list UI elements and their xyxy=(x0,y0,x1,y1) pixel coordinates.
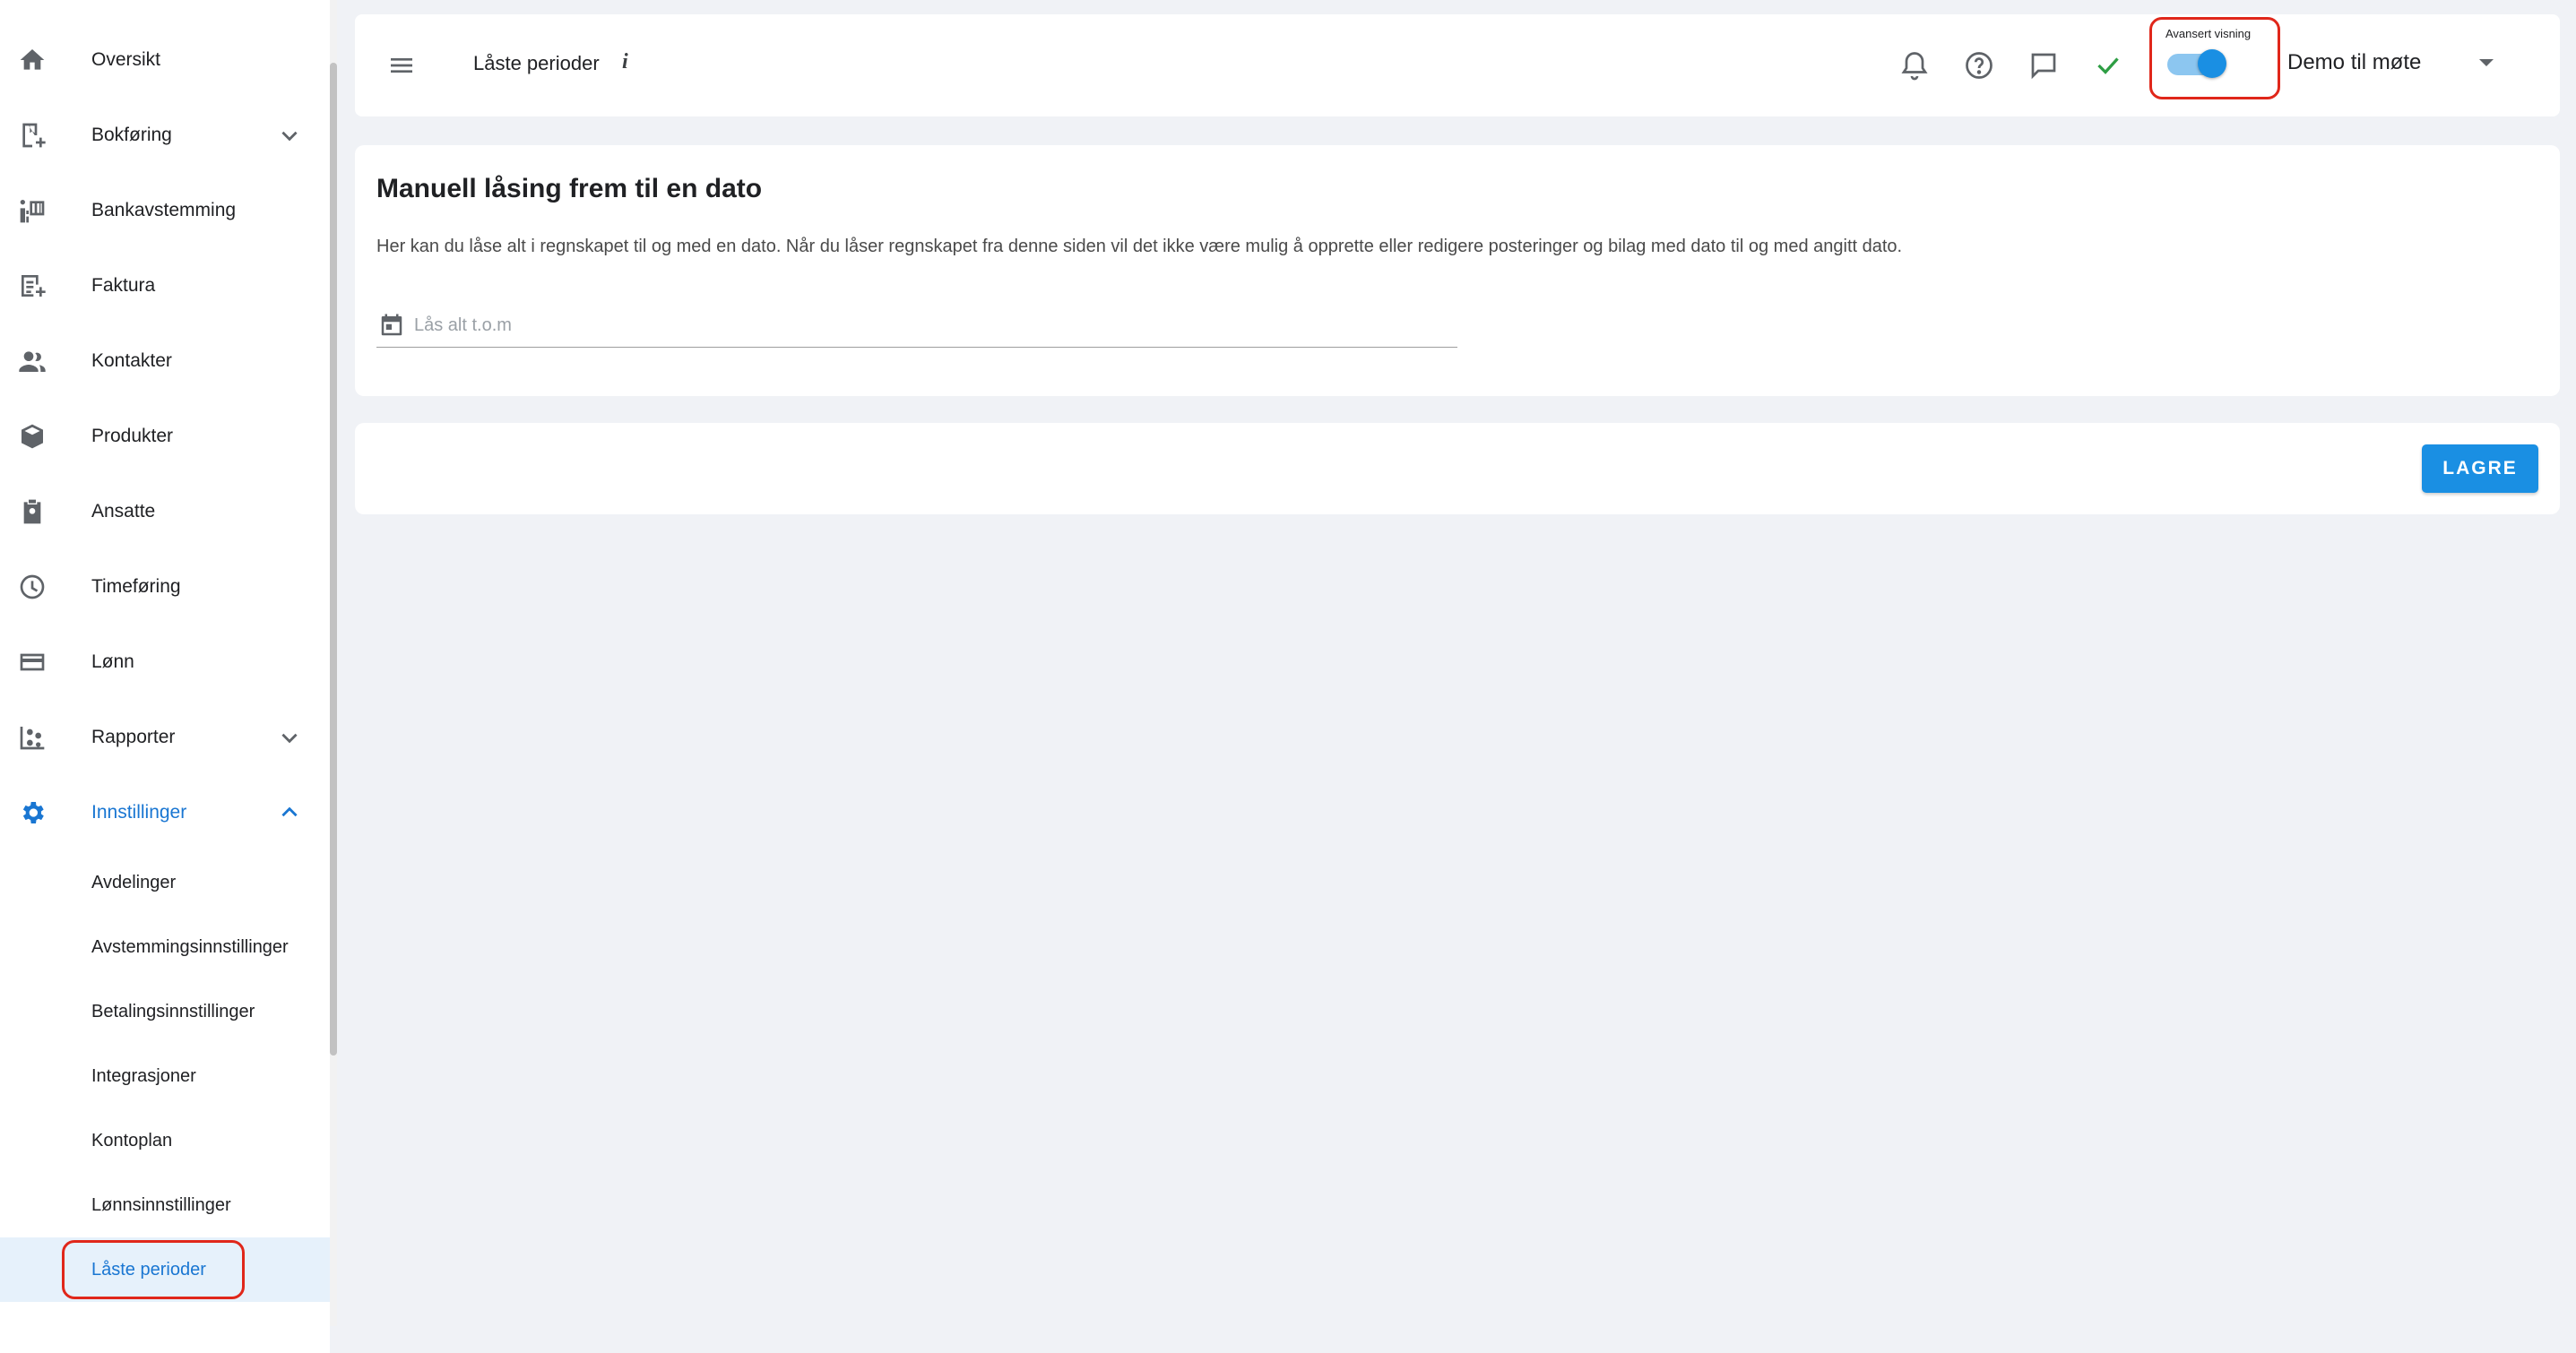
info-icon[interactable]: i xyxy=(622,50,628,74)
sidebar: Oversikt Bokføring Bankavstemming Faktur… xyxy=(0,0,330,1353)
contacts-icon xyxy=(18,347,47,375)
home-icon xyxy=(18,46,47,74)
invoice-icon xyxy=(18,271,47,300)
section-description: Her kan du låse alt i regnskapet til og … xyxy=(376,237,1903,256)
sidebar-subitem-laste-perioder[interactable]: Låste perioder xyxy=(0,1237,330,1302)
clock-icon xyxy=(18,573,47,601)
sidebar-subitem-label: Avdelinger xyxy=(91,872,177,892)
sidebar-subitem-avstemmingsinnstillinger[interactable]: Avstemmingsinnstillinger xyxy=(0,915,330,979)
section-title: Manuell låsing frem til en dato xyxy=(376,174,763,203)
reports-icon xyxy=(18,723,47,752)
calendar-icon[interactable] xyxy=(378,312,405,339)
chevron-up-icon xyxy=(278,801,301,824)
sidebar-item-bokforing[interactable]: Bokføring xyxy=(0,98,330,173)
sidebar-subitem-label: Avstemmingsinnstillinger xyxy=(91,936,289,957)
actions-card: LAGRE xyxy=(355,423,2560,514)
check-icon[interactable] xyxy=(2092,49,2124,82)
sidebar-item-label: Lønn xyxy=(91,651,134,672)
sidebar-item-lonn[interactable]: Lønn xyxy=(0,625,330,700)
sidebar-item-label: Bankavstemming xyxy=(91,200,237,220)
chevron-down-icon xyxy=(278,124,301,147)
sidebar-item-faktura[interactable]: Faktura xyxy=(0,248,330,323)
sidebar-subitem-label: Lønnsinnstillinger xyxy=(91,1194,231,1215)
lock-date-input[interactable] xyxy=(414,310,1445,340)
sidebar-item-oversikt[interactable]: Oversikt xyxy=(0,22,330,98)
sidebar-subitem-label: Integrasjoner xyxy=(91,1065,196,1086)
sidebar-subitem-integrasjoner[interactable]: Integrasjoner xyxy=(0,1044,330,1108)
help-icon[interactable] xyxy=(1963,49,1995,82)
menu-icon[interactable] xyxy=(387,51,416,80)
payment-card-icon xyxy=(18,648,47,676)
sidebar-item-ansatte[interactable]: Ansatte xyxy=(0,474,330,549)
top-bar: Låste perioder i Avansert visning Demo t… xyxy=(355,14,2560,116)
sidebar-item-label: Produkter xyxy=(91,426,174,446)
gear-icon xyxy=(18,798,47,827)
sidebar-item-label: Rapporter xyxy=(91,727,176,747)
sidebar-subitem-label: Betalingsinnstillinger xyxy=(91,1001,255,1021)
bell-icon[interactable] xyxy=(1898,49,1931,82)
sidebar-item-kontakter[interactable]: Kontakter xyxy=(0,323,330,399)
sidebar-item-innstillinger[interactable]: Innstillinger xyxy=(0,775,330,850)
advanced-view-label: Avansert visning xyxy=(2165,27,2252,40)
manual-lock-card: Manuell låsing frem til en dato Her kan … xyxy=(355,145,2560,396)
sidebar-item-label: Faktura xyxy=(91,275,156,296)
sidebar-item-label: Oversikt xyxy=(91,49,161,70)
sidebar-item-label: Ansatte xyxy=(91,501,156,521)
sidebar-subitem-kontoplan[interactable]: Kontoplan xyxy=(0,1108,330,1173)
sidebar-subitem-label: Låste perioder xyxy=(91,1259,206,1280)
sidebar-item-label: Timeføring xyxy=(91,576,181,597)
sidebar-item-bankavstemming[interactable]: Bankavstemming xyxy=(0,173,330,248)
chat-icon[interactable] xyxy=(2027,49,2060,82)
sidebar-subitem-lonnsinnstillinger[interactable]: Lønnsinnstillinger xyxy=(0,1173,330,1237)
page-title: Låste perioder xyxy=(473,52,600,74)
sidebar-subitem-avdelinger[interactable]: Avdelinger xyxy=(0,850,330,915)
toggle-thumb xyxy=(2198,49,2226,78)
sidebar-item-timeforing[interactable]: Timeføring xyxy=(0,549,330,625)
sidebar-subitem-label: Kontoplan xyxy=(91,1130,173,1150)
sidebar-item-produkter[interactable]: Produkter xyxy=(0,399,330,474)
sidebar-scrollbar-thumb[interactable] xyxy=(330,63,337,1056)
bank-reconciliation-icon xyxy=(18,196,47,225)
sidebar-item-label: Bokføring xyxy=(91,125,172,145)
bookkeeping-icon xyxy=(18,121,47,150)
sidebar-item-rapporter[interactable]: Rapporter xyxy=(0,700,330,775)
sidebar-item-label: Innstillinger xyxy=(91,802,187,823)
save-button[interactable]: LAGRE xyxy=(2422,444,2538,493)
sidebar-item-label: Kontakter xyxy=(91,350,172,371)
advanced-view-toggle[interactable] xyxy=(2164,48,2228,79)
employees-icon xyxy=(18,497,47,526)
lock-date-field[interactable] xyxy=(376,305,1457,348)
products-icon xyxy=(18,422,47,451)
sidebar-subitem-betalingsinnstillinger[interactable]: Betalingsinnstillinger xyxy=(0,979,330,1044)
chevron-down-icon xyxy=(278,726,301,749)
chevron-down-icon[interactable] xyxy=(2479,59,2494,66)
company-selector[interactable]: Demo til møte xyxy=(2287,50,2421,75)
